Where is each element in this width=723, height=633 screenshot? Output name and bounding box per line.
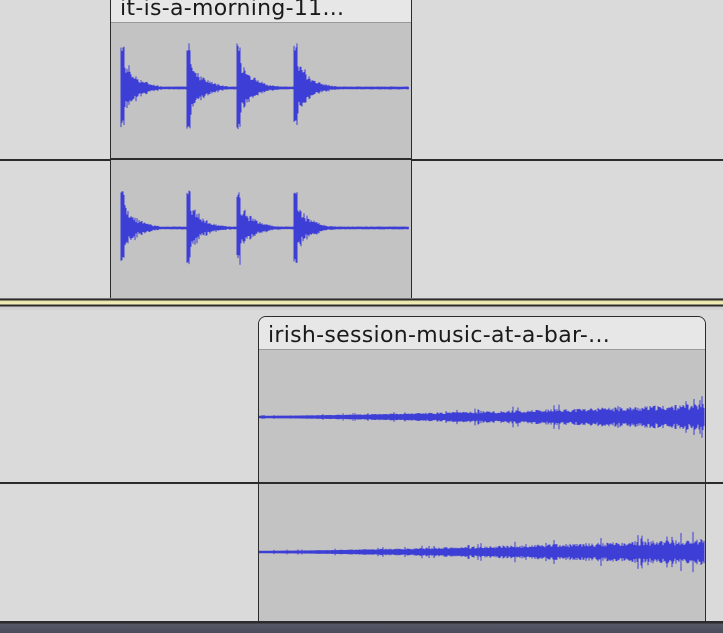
audio-clip-irish-session[interactable]: irish-session-music-at-a-bar-... <box>258 316 706 623</box>
track-separator[interactable] <box>0 298 723 310</box>
clip-title-morning[interactable]: it-is-a-morning-11... <box>111 0 411 23</box>
waveform-left-irish <box>259 396 705 438</box>
audio-clip-morning[interactable]: it-is-a-morning-11... <box>110 0 412 302</box>
waveform-right-morning <box>120 190 409 265</box>
bottom-track-separator <box>0 621 723 633</box>
clip-channel-divider <box>259 482 705 484</box>
clip-title-irish-session[interactable]: irish-session-music-at-a-bar-... <box>259 317 705 350</box>
waveform-right-irish <box>259 531 705 573</box>
clip-channel-divider <box>111 158 411 160</box>
waveform-left-morning <box>120 43 409 130</box>
